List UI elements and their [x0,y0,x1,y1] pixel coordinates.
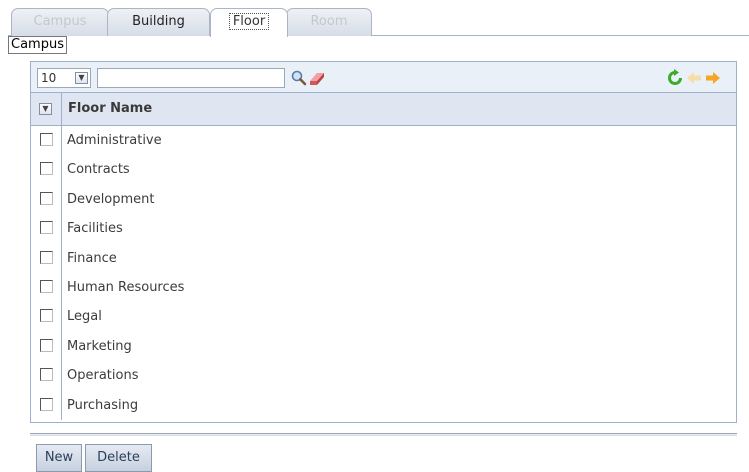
floor-name-cell: Facilities [67,221,123,237]
table-row[interactable]: Administrative [31,126,736,156]
tab-building-label: Building [132,14,185,29]
search-icon[interactable] [290,69,308,87]
floor-name-cell: Operations [67,368,139,384]
tab-building[interactable]: Building [107,8,210,36]
row-checkbox[interactable] [40,133,53,146]
row-checkbox-cell [31,272,62,303]
search-input[interactable] [97,68,285,88]
page-size-select[interactable]: 10 ▼ [37,68,91,88]
tooltip: Campus [8,36,67,54]
row-checkbox-cell [31,214,62,244]
floor-name-cell: Development [67,191,155,207]
row-checkbox[interactable] [40,309,53,323]
tab-strip: Campus Building Floor Room [0,0,749,37]
grid-header: ▼ Floor Name [31,93,736,126]
row-checkbox[interactable] [40,397,53,411]
table-row[interactable]: Human Resources [31,272,736,303]
row-checkbox[interactable] [40,250,53,264]
tab-room[interactable]: Room [286,8,372,36]
select-all-menu[interactable]: ▼ [31,93,62,125]
eraser-icon[interactable] [308,69,326,87]
table-row[interactable]: Development [31,184,736,215]
row-checkbox[interactable] [40,338,53,352]
row-checkbox[interactable] [40,279,53,293]
row-checkbox[interactable] [40,221,53,235]
row-checkbox-cell [31,390,62,420]
column-header-floor-name[interactable]: Floor Name [68,101,152,116]
prev-page-icon[interactable] [685,69,703,87]
grid-toolbar: 10 ▼ [31,62,736,93]
floor-name-cell: Contracts [67,162,130,178]
grid-body: Administrative Contracts Development Fac… [31,126,736,420]
tab-campus[interactable]: Campus [11,8,109,36]
table-row[interactable]: Finance [31,243,736,273]
table-row[interactable]: Contracts [31,155,736,185]
floor-name-cell: Purchasing [67,397,139,413]
floor-name-cell: Marketing [67,338,132,354]
floor-name-cell: Administrative [67,133,162,148]
divider [30,433,737,436]
row-checkbox-cell [31,243,62,273]
chevron-down-icon[interactable]: ▼ [39,103,52,115]
tab-room-label: Room [310,14,348,29]
delete-button[interactable]: Delete [85,444,152,472]
refresh-icon[interactable] [666,69,684,87]
tab-floor-label: Floor [228,13,270,30]
table-row[interactable]: Operations [31,361,736,391]
table-row[interactable]: Legal [31,302,736,332]
next-page-icon[interactable] [704,69,722,87]
floor-name-cell: Legal [67,309,102,325]
table-row[interactable]: Facilities [31,214,736,244]
row-checkbox-cell [31,184,62,215]
chevron-down-icon[interactable]: ▼ [75,72,88,84]
row-checkbox-cell [31,331,62,362]
row-checkbox-cell [31,126,62,156]
floor-name-cell: Human Resources [67,279,185,295]
grid-panel: 10 ▼ ▼ Floor Name Administrative Contrac… [30,61,737,423]
page-size-value: 10 [41,71,57,85]
table-row[interactable]: Marketing [31,331,736,362]
table-row[interactable]: Purchasing [31,390,736,420]
tab-campus-label: Campus [33,14,87,29]
row-checkbox[interactable] [40,191,53,205]
floor-name-cell: Finance [67,250,117,266]
row-checkbox[interactable] [40,162,53,176]
new-button[interactable]: New [36,444,82,472]
tab-floor[interactable]: Floor [210,8,288,37]
row-checkbox[interactable] [40,368,53,382]
row-checkbox-cell [31,155,62,185]
row-checkbox-cell [31,361,62,391]
row-checkbox-cell [31,302,62,332]
